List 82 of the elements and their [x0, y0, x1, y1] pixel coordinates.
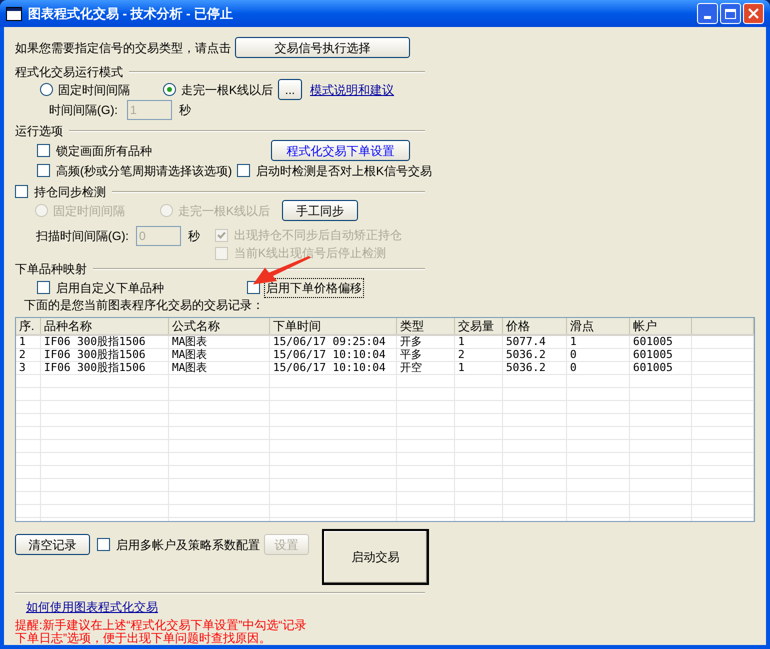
column-header[interactable]: 下单时间 — [270, 318, 397, 334]
minimize-button[interactable] — [697, 3, 718, 24]
table-cell-text: 5036.2 — [505, 349, 547, 361]
checkbox[interactable] — [37, 164, 50, 177]
checkbox-label: 启动时检测是否对上根K信号交易 — [255, 162, 434, 180]
checkbox-label: 持仓同步检测 — [33, 184, 107, 200]
checkbox[interactable] — [37, 281, 50, 294]
checkbox[interactable] — [97, 538, 110, 551]
table-cell-text: 601005 — [632, 336, 674, 348]
table-cell-text: 1 — [569, 336, 578, 348]
maximize-icon — [725, 8, 736, 18]
section-title: 程式化交易运行模式 — [15, 64, 123, 81]
close-button[interactable] — [743, 3, 764, 24]
help-link[interactable]: 如何使用图表程式化交易 — [26, 598, 158, 616]
column-header[interactable]: 帐户 — [630, 318, 692, 334]
table-cell-text: 15/06/17 10:10:04 — [272, 362, 387, 374]
maximize-button[interactable] — [720, 3, 741, 24]
table-cell-text: MA图表 — [171, 336, 208, 348]
checkbox-label: 出现持仓不同步后自动矫正持仓 — [233, 227, 403, 244]
table-cell-text: 15/06/17 09:25:04 — [272, 336, 387, 348]
column-header[interactable]: 价格 — [503, 318, 567, 334]
checkbox-label: 高频(秒或分笔周期请选择该选项) — [55, 162, 233, 180]
radio-label: 固定时间间隔 — [58, 82, 130, 98]
window-icon — [6, 6, 22, 20]
mode-help-link[interactable]: 模式说明和建议 — [310, 80, 394, 98]
table-cell-text: 1 — [457, 362, 466, 374]
table-cell-text: 15/06/17 10:10:04 — [272, 349, 387, 361]
table-cell-text: MA图表 — [171, 349, 208, 361]
prompt-text: 如果您需要指定信号的交易类型，请点击 — [15, 40, 231, 56]
table-caption: 下面的是您当前图表程序化交易的交易记录： — [24, 297, 264, 314]
radio-button[interactable] — [40, 83, 53, 96]
table-cell-text: 0 — [569, 362, 578, 374]
unit-label: 秒 — [179, 102, 191, 119]
unit-label: 秒 — [188, 228, 200, 245]
table-cell-text: 开多 — [399, 336, 423, 348]
manual-sync-button[interactable]: 手工同步 — [282, 200, 358, 221]
section-title: 运行选项 — [15, 123, 63, 140]
table-cell-text: 2 — [457, 349, 466, 361]
checkbox[interactable] — [247, 281, 260, 294]
signal-select-button[interactable]: 交易信号执行选择 — [235, 37, 410, 58]
minimize-icon — [704, 16, 711, 19]
table-cell-text: 3 — [18, 362, 27, 374]
radio-button[interactable] — [163, 83, 176, 96]
close-icon — [748, 8, 759, 19]
checkbox[interactable] — [37, 144, 50, 157]
table-cell-text: MA图表 — [171, 362, 208, 374]
table-cell-text: IF06 300股指1506 — [43, 362, 146, 374]
radio-label: 走完一根K线以后 — [178, 202, 270, 220]
reminder-text: 提醒:新手建议在上述“程式化交易下单设置”中勾选“记录下单日志”选项，便于出现下单问题时查找原因。 — [15, 619, 308, 645]
checkbox[interactable] — [237, 164, 250, 177]
field-label: 时间间隔(G): — [49, 102, 119, 119]
table-cell-text: 开空 — [399, 362, 423, 374]
table-cell-text: IF06 300股指1506 — [43, 349, 146, 361]
checkbox-label: 启用自定义下单品种 — [55, 280, 165, 296]
table-cell-text: 5077.4 — [505, 336, 547, 348]
table-cell-text: 5036.2 — [505, 362, 547, 374]
radio-label: 固定时间间隔 — [53, 202, 125, 220]
checkbox[interactable] — [15, 185, 28, 198]
table-cell-text: 1 — [457, 336, 466, 348]
table-cell-text: 601005 — [632, 349, 674, 361]
field-label: 扫描时间间隔(G): — [36, 228, 130, 245]
checkbox-label: 启用多帐户及策略系数配置 — [115, 536, 261, 554]
column-header[interactable]: 滑点 — [567, 318, 630, 334]
table-cell-text: 平多 — [399, 349, 423, 361]
start-trading-button[interactable]: 启动交易 — [322, 529, 429, 585]
table-cell-text: 601005 — [632, 362, 674, 374]
clear-records-button[interactable]: 清空记录 — [15, 534, 90, 555]
column-header[interactable]: 品种名称 — [41, 318, 169, 334]
table-cell-text: 0 — [569, 349, 578, 361]
more-button[interactable]: ... — [278, 79, 302, 100]
order-settings-button[interactable]: 程式化交易下单设置 — [271, 140, 410, 161]
table-cell-text: 2 — [18, 349, 27, 361]
column-header[interactable]: 序. — [16, 318, 41, 334]
section-title: 下单品种映射 — [15, 261, 87, 278]
window-title: 图表程式化交易 - 技术分析 - 已停止 — [28, 4, 234, 23]
table-cell-text: 1 — [18, 336, 27, 348]
column-header[interactable]: 类型 — [397, 318, 455, 334]
radio-label: 走完一根K线以后 — [181, 82, 274, 98]
checkbox-label: 锁定画面所有品种 — [55, 142, 153, 160]
table-cell-text: IF06 300股指1506 — [43, 336, 146, 348]
column-header[interactable]: 交易量 — [455, 318, 503, 334]
column-header[interactable]: 公式名称 — [169, 318, 270, 334]
